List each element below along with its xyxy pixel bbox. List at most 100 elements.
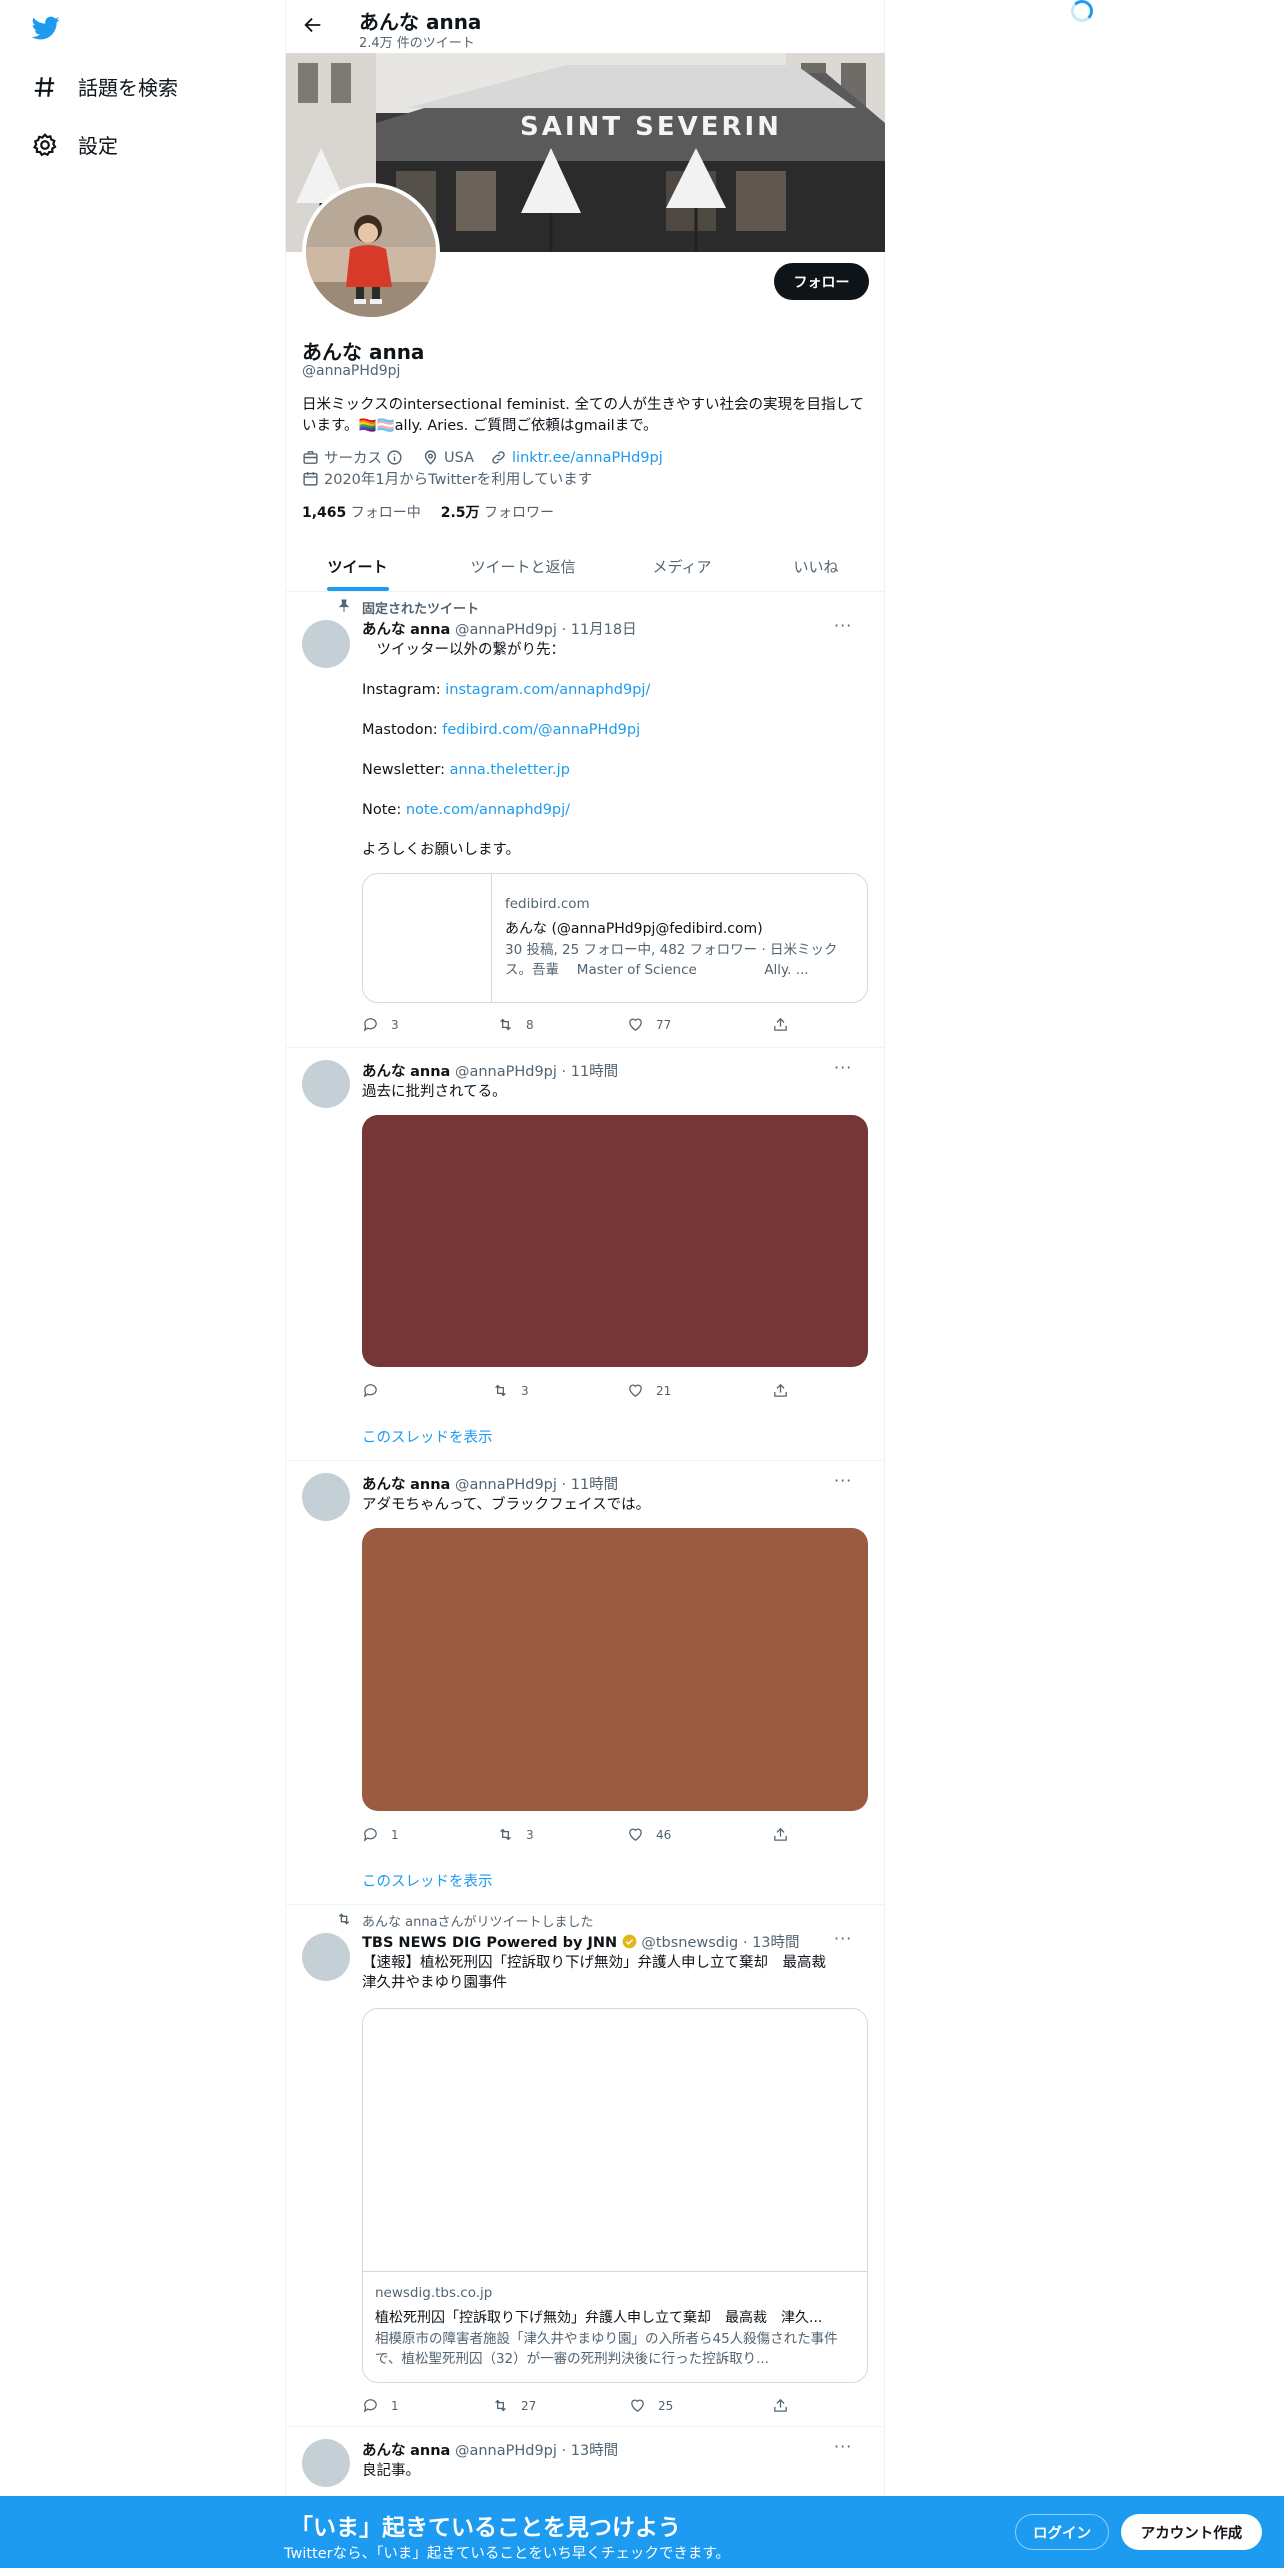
tweet-header: あんな anna @annaPHd9pj · 11時間 (362, 1473, 618, 1494)
like-button[interactable]: 77 (627, 1016, 671, 1033)
like-button[interactable]: 46 (627, 1826, 671, 1843)
share-button[interactable] (772, 1016, 801, 1033)
nav-settings[interactable]: 設定 (32, 130, 118, 159)
pinned-label: 固定されたツイート (362, 602, 480, 617)
tweet-author-handle[interactable]: @tbsnewsdig (641, 1935, 738, 1951)
tweet-author-handle[interactable]: @annaPHd9pj (455, 622, 557, 638)
link-card[interactable]: newsdig.tbs.co.jp 植松死刑囚「控訴取り下げ無効」弁護人申し立て… (362, 2008, 868, 2383)
info-icon[interactable] (386, 449, 403, 466)
tweet-author-handle[interactable]: @annaPHd9pj (455, 2443, 557, 2459)
tab-media[interactable]: メディア (617, 540, 747, 592)
tweet-avatar[interactable] (302, 1933, 350, 1981)
tweet-time[interactable]: · 13時間 (743, 1935, 800, 1951)
share-button[interactable] (772, 2397, 801, 2414)
reply-button[interactable]: 1 (362, 1826, 399, 1843)
tweet-author-name[interactable]: あんな (362, 622, 406, 638)
tweet[interactable]: あんな anna @annaPHd9pj · 11時間 ··· アダモちゃんって… (286, 1461, 885, 1905)
like-count: 77 (656, 1017, 672, 1032)
reply-count: 1 (391, 1827, 399, 1842)
tweet-media[interactable] (362, 1528, 868, 1811)
tweet-actions: 1 27 25 (362, 2397, 822, 2417)
tweet-author-name[interactable]: あんな (362, 1477, 406, 1493)
retweet-button[interactable]: 27 (492, 2397, 536, 2414)
tweet-author-name-2[interactable]: anna (410, 2443, 450, 2459)
twitter-bird-icon[interactable] (30, 14, 62, 46)
tweet-avatar[interactable] (302, 1473, 350, 1521)
tweet-text: ツイッター以外の繋がり先： Instagram: instagram.com/a… (362, 640, 867, 860)
share-button[interactable] (772, 1826, 801, 1843)
tweet-author-handle[interactable]: @annaPHd9pj (455, 1477, 557, 1493)
follow-button[interactable]: フォロー (774, 263, 869, 300)
login-button[interactable]: ログイン (1015, 2514, 1109, 2550)
tweet-author-name[interactable]: あんな (362, 1064, 406, 1080)
retweet-button[interactable]: 8 (497, 1016, 534, 1033)
more-options-icon[interactable]: ··· (834, 1058, 852, 1077)
reply-button[interactable]: 1 (362, 2397, 399, 2414)
nav-explore[interactable]: 話題を検索 (32, 72, 178, 101)
followers-link[interactable]: 2.5万 フォロワー (441, 502, 554, 522)
tweet-media[interactable] (362, 1115, 868, 1367)
tweet-time[interactable]: · 11時間 (562, 1477, 619, 1493)
like-button[interactable]: 25 (629, 2397, 673, 2414)
profile-name: あんな anna (302, 340, 425, 364)
tweet[interactable]: あんな anna @annaPHd9pj · 13時間 ··· 良記事。 (286, 2427, 885, 2507)
newsletter-link[interactable]: anna.theletter.jp (450, 762, 570, 778)
tab-likes[interactable]: いいね (747, 540, 885, 592)
profile-joined-row: 2020年1月からTwitterを利用しています (302, 468, 592, 489)
link-card[interactable]: fedibird.com あんな (@annaPHd9pj@fedibird.c… (362, 873, 868, 1003)
retweet-count: 8 (526, 1017, 534, 1032)
heart-icon (629, 1018, 642, 1031)
following-link[interactable]: 1,465 フォロー中 (302, 502, 421, 522)
retweet-button[interactable]: 3 (492, 1382, 529, 1399)
tweet-header: あんな anna @annaPHd9pj · 11月18日 (362, 618, 637, 639)
tweet-avatar[interactable] (302, 2439, 350, 2487)
more-options-icon[interactable]: ··· (834, 1471, 852, 1490)
tweet-author-name-2[interactable]: anna (410, 1477, 450, 1493)
note-link[interactable]: note.com/annaphd9pj/ (406, 802, 570, 818)
nav-explore-label: 話題を検索 (78, 76, 178, 100)
tweet-author-name[interactable]: TBS NEWS DIG Powered by JNN (362, 1935, 617, 1951)
tweet-author-name-2[interactable]: anna (410, 1064, 450, 1080)
followers-label: フォロワー (484, 505, 555, 521)
tweet-author-name-2[interactable]: anna (410, 622, 450, 638)
share-button[interactable] (772, 1382, 801, 1399)
signup-button[interactable]: アカウント作成 (1121, 2514, 1262, 2550)
like-button[interactable]: 21 (627, 1382, 671, 1399)
left-nav: 話題を検索 設定 (0, 0, 285, 2568)
back-arrow-icon[interactable] (302, 14, 324, 40)
tweet-actions: 3 8 77 (362, 1016, 822, 1036)
tweet-avatar[interactable] (302, 1060, 350, 1108)
tweet-pinned[interactable]: 固定されたツイート あんな anna @annaPHd9pj · 11月18日 … (286, 592, 885, 1048)
tweet-text: アダモちゃんって、ブラックフェイスでは。 (362, 1497, 651, 1513)
profile-link[interactable]: linktr.ee/annaPHd9pj (512, 450, 663, 466)
link-icon (492, 451, 505, 464)
instagram-link[interactable]: instagram.com/annaphd9pj/ (445, 682, 650, 698)
tweet-author-handle[interactable]: @annaPHd9pj (455, 1064, 557, 1080)
profile-location: USA (444, 449, 475, 466)
tweet-retweeted[interactable]: あんな annaさんがリツイートしました TBS NEWS DIG Powere… (286, 1905, 885, 2427)
tweet-avatar[interactable] (302, 620, 350, 668)
tweet-time[interactable]: · 13時間 (562, 2443, 619, 2459)
retweet-context-label[interactable]: あんな annaさんがリツイートしました (362, 1911, 594, 1930)
show-thread-link[interactable]: このスレッドを表示 (362, 1426, 493, 1447)
more-options-icon[interactable]: ··· (834, 616, 852, 635)
retweet-button[interactable]: 3 (497, 1826, 534, 1843)
tweet-time[interactable]: · 11月18日 (562, 622, 637, 638)
profile-joined: 2020年1月からTwitterを利用しています (324, 472, 593, 488)
reply-button[interactable] (362, 1382, 391, 1399)
tab-tweets[interactable]: ツイート (286, 540, 429, 592)
more-options-icon[interactable]: ··· (834, 2437, 852, 2456)
profile-meta-row: サーカス USA linktr.ee/annaPHd9pj (302, 447, 663, 468)
reply-button[interactable]: 3 (362, 1016, 399, 1033)
mastodon-link[interactable]: fedibird.com/@annaPHd9pj (442, 722, 640, 738)
heart-icon (629, 1384, 642, 1397)
banner-sign-text: SAINT SEVERIN (520, 112, 782, 142)
tweet[interactable]: あんな anna @annaPHd9pj · 11時間 ··· 過去に批判されて… (286, 1048, 885, 1461)
tweet-author-name[interactable]: あんな (362, 2443, 406, 2459)
show-thread-link[interactable]: このスレッドを表示 (362, 1870, 493, 1891)
tweet-header: あんな anna @annaPHd9pj · 13時間 (362, 2439, 618, 2460)
tweet-time[interactable]: · 11時間 (562, 1064, 619, 1080)
tab-tweets-replies[interactable]: ツイートと返信 (429, 540, 617, 592)
more-options-icon[interactable]: ··· (834, 1929, 852, 1948)
profile-avatar[interactable] (302, 183, 440, 321)
